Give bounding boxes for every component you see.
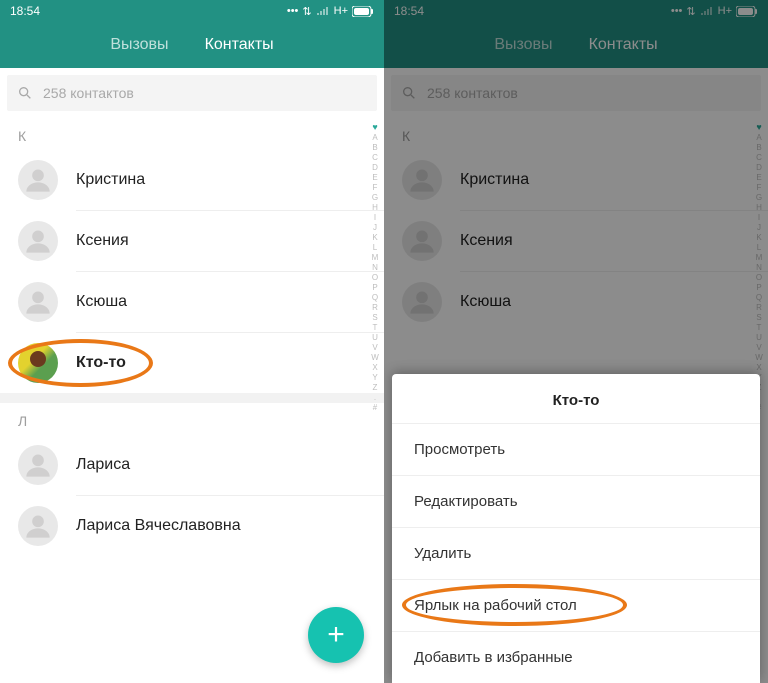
contact-name: Лариса <box>76 456 130 474</box>
favorites-icon[interactable]: ♥ <box>368 122 382 133</box>
contact-row[interactable]: Кристина <box>0 150 384 210</box>
context-menu-title: Кто-то <box>392 374 760 423</box>
menu-item-favorite[interactable]: Добавить в избранные <box>392 632 760 683</box>
contact-name: Кто-то <box>76 354 126 372</box>
menu-item-shortcut[interactable]: Ярлык на рабочий стол <box>392 580 760 631</box>
status-icons: ••• ⇅ H+ <box>287 5 374 18</box>
contact-name: Лариса Вячеславовна <box>76 517 241 535</box>
status-bar: 18:54 ••• ⇅ H+ <box>0 0 384 22</box>
avatar <box>18 160 58 200</box>
contact-row[interactable]: Лариса Вячеславовна <box>0 496 384 556</box>
contact-name: Ксения <box>76 232 129 250</box>
screen-left: 18:54 ••• ⇅ H+ Вызовы Контакты 258 конта… <box>0 0 384 683</box>
alpha-index[interactable]: ♥ ABCDEFGHIJKLMNOPQRSTUVWXYZ.# <box>368 122 382 413</box>
search-icon <box>17 85 33 101</box>
contact-name: Ксюша <box>76 293 127 311</box>
menu-item-edit[interactable]: Редактировать <box>392 476 760 527</box>
avatar <box>18 445 58 485</box>
contact-name: Кристина <box>76 171 145 189</box>
tab-contacts[interactable]: Контакты <box>187 36 292 54</box>
section-header-k: К <box>0 118 384 150</box>
section-header-l: Л <box>0 403 384 435</box>
contact-row-highlighted[interactable]: Кто-то <box>0 333 384 393</box>
avatar <box>18 343 58 383</box>
contacts-list[interactable]: К Кристина Ксения Ксюша Кто-то <box>0 118 384 683</box>
avatar <box>18 282 58 322</box>
status-time: 18:54 <box>10 4 287 18</box>
top-tabs: Вызовы Контакты <box>0 22 384 68</box>
avatar <box>18 221 58 261</box>
contact-row[interactable]: Лариса <box>0 435 384 495</box>
menu-item-view[interactable]: Просмотреть <box>392 424 760 475</box>
battery-icon <box>352 6 374 17</box>
search-input[interactable]: 258 контактов <box>7 75 377 111</box>
add-contact-button[interactable]: + <box>308 607 364 663</box>
tab-calls[interactable]: Вызовы <box>92 36 186 54</box>
avatar <box>18 506 58 546</box>
screen-right: 18:54 ••• ⇅ H+ Вызовы Контакты 258 конта… <box>384 0 768 683</box>
search-placeholder: 258 контактов <box>43 85 134 101</box>
contact-row[interactable]: Ксения <box>0 211 384 271</box>
contact-row[interactable]: Ксюша <box>0 272 384 332</box>
context-menu: Кто-то Просмотреть Редактировать Удалить… <box>392 374 760 683</box>
menu-item-delete[interactable]: Удалить <box>392 528 760 579</box>
